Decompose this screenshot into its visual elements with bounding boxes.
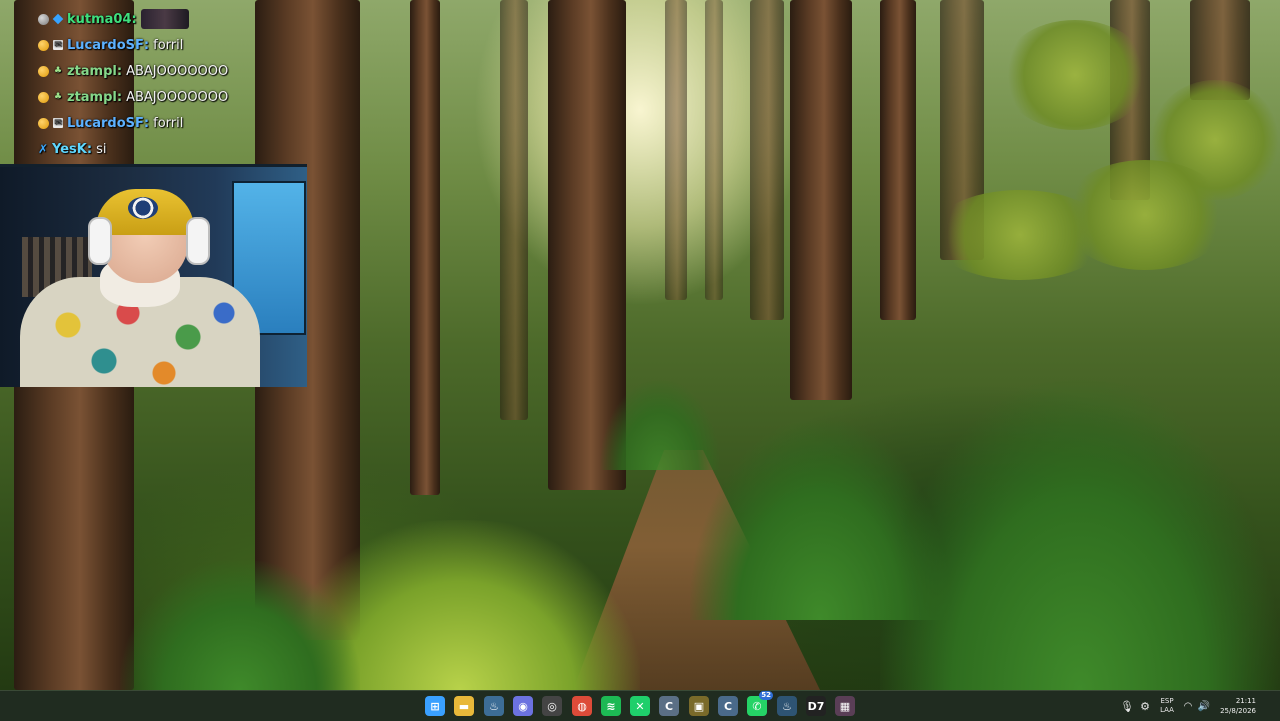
game-launcher-icon[interactable]: ▣ bbox=[689, 696, 709, 716]
obs-icon[interactable]: ◎ bbox=[542, 696, 562, 716]
app-icon[interactable]: ▦ bbox=[835, 696, 855, 716]
tree-trunk bbox=[500, 0, 528, 420]
status-dot-icon bbox=[38, 13, 49, 25]
system-tray: 🎙 ⚙ ESP LAA ◠ 🔊 21:11 25/8/2026 bbox=[1118, 691, 1256, 721]
chat-text: forril bbox=[153, 115, 184, 131]
sub-coin-icon bbox=[38, 65, 49, 77]
chat-message: ✉ LucardoSF: forril bbox=[38, 110, 278, 136]
notification-badge: 52 bbox=[759, 691, 773, 700]
tree-trunk bbox=[705, 0, 723, 300]
sub-coin-icon bbox=[38, 39, 49, 51]
chat-username: kutma04 bbox=[67, 11, 132, 27]
spotify-icon[interactable]: ≋ bbox=[601, 696, 621, 716]
tree-trunk bbox=[880, 0, 916, 320]
file-explorer-icon[interactable]: ▬ bbox=[454, 696, 474, 716]
chat-text: ABAJOOOOOOO bbox=[126, 89, 229, 105]
badge-icon: ✉ bbox=[53, 118, 63, 128]
windows-start-icon[interactable]: ⊞ bbox=[425, 696, 445, 716]
microphone-icon[interactable]: 🎙 bbox=[1118, 700, 1136, 713]
network-settings-icon[interactable]: ⚙ bbox=[1136, 700, 1154, 713]
moss-clump bbox=[1000, 20, 1150, 130]
chrome-icon[interactable]: ◍ bbox=[572, 696, 592, 716]
deeper-icon[interactable]: D7 bbox=[806, 696, 826, 716]
moss-clump bbox=[1060, 160, 1230, 270]
volume-icon[interactable]: 🔊 bbox=[1196, 701, 1212, 712]
sub-coin-icon bbox=[38, 91, 49, 103]
headphone-left-icon bbox=[88, 217, 112, 265]
webcam-overlay bbox=[0, 164, 307, 387]
chat-message: kutma04: bbox=[38, 6, 278, 32]
clock-time: 21:11 bbox=[1235, 697, 1256, 705]
language-indicator[interactable]: ESP LAA bbox=[1154, 697, 1180, 715]
chat-username: LucardoSF bbox=[67, 37, 144, 53]
headphone-right-icon bbox=[186, 217, 210, 265]
chat-username: ztampl bbox=[67, 89, 117, 105]
ccleaner-icon[interactable]: C bbox=[659, 696, 679, 716]
beanie-logo-icon bbox=[128, 197, 158, 219]
chat-emote bbox=[140, 9, 189, 29]
tree-trunk bbox=[410, 0, 440, 495]
tree-trunk bbox=[750, 0, 784, 320]
sub-coin-icon bbox=[38, 117, 49, 129]
chat-username: ztampl bbox=[67, 63, 117, 79]
steam-icon[interactable]: ♨ bbox=[484, 696, 504, 716]
cube-badge-icon bbox=[52, 13, 64, 25]
chat-message: ♣ ztampl: ABAJOOOOOOO bbox=[38, 58, 278, 84]
capcut-icon[interactable]: ✕ bbox=[630, 696, 650, 716]
chat-message: ✗ YesK: si bbox=[38, 141, 107, 157]
badge-icon: ✉ bbox=[53, 40, 63, 50]
leaf-badge-icon: ♣ bbox=[53, 66, 63, 76]
tree-trunk bbox=[790, 0, 852, 400]
discord-icon[interactable]: ◉ bbox=[513, 696, 533, 716]
clock[interactable]: 21:11 25/8/2026 bbox=[1212, 696, 1256, 716]
chat-message: ♣ ztampl: ABAJOOOOOOO bbox=[38, 84, 278, 110]
clock-date: 25/8/2026 bbox=[1220, 707, 1256, 715]
fern bbox=[880, 380, 1280, 690]
chat-text: si bbox=[96, 141, 107, 157]
keyboard-layout: LAA bbox=[1160, 706, 1174, 714]
chat-text: forril bbox=[153, 37, 184, 53]
fern bbox=[600, 380, 720, 470]
windows-taskbar: ⊞ ▬ ♨ ◉ ◎ ◍ ≋ ✕ C ▣ C ✆ 52 ♨ D7 ▦ 🎙 ⚙ ESP LAA ◠ 🔊 21:11… bbox=[0, 690, 1280, 721]
chat-username: LucardoSF bbox=[67, 115, 144, 131]
steam-alt-icon[interactable]: ♨ bbox=[777, 696, 797, 716]
tree-trunk bbox=[665, 0, 687, 300]
wifi-icon[interactable]: ◠ bbox=[1180, 701, 1196, 712]
sword-badge-icon: ✗ bbox=[38, 142, 49, 156]
fern bbox=[120, 560, 360, 690]
language-code: ESP bbox=[1160, 697, 1174, 705]
stream-chat-overlay: kutma04: ✉ LucardoSF: forril ♣ ztampl: A… bbox=[38, 6, 278, 162]
chat-username: YesK bbox=[52, 141, 87, 157]
ccleaner-alt-icon[interactable]: C bbox=[718, 696, 738, 716]
chat-message: ✉ LucardoSF: forril bbox=[38, 32, 278, 58]
chat-text: ABAJOOOOOOO bbox=[126, 63, 229, 79]
whatsapp-icon[interactable]: ✆ 52 bbox=[747, 691, 773, 716]
leaf-badge-icon: ♣ bbox=[53, 92, 63, 102]
